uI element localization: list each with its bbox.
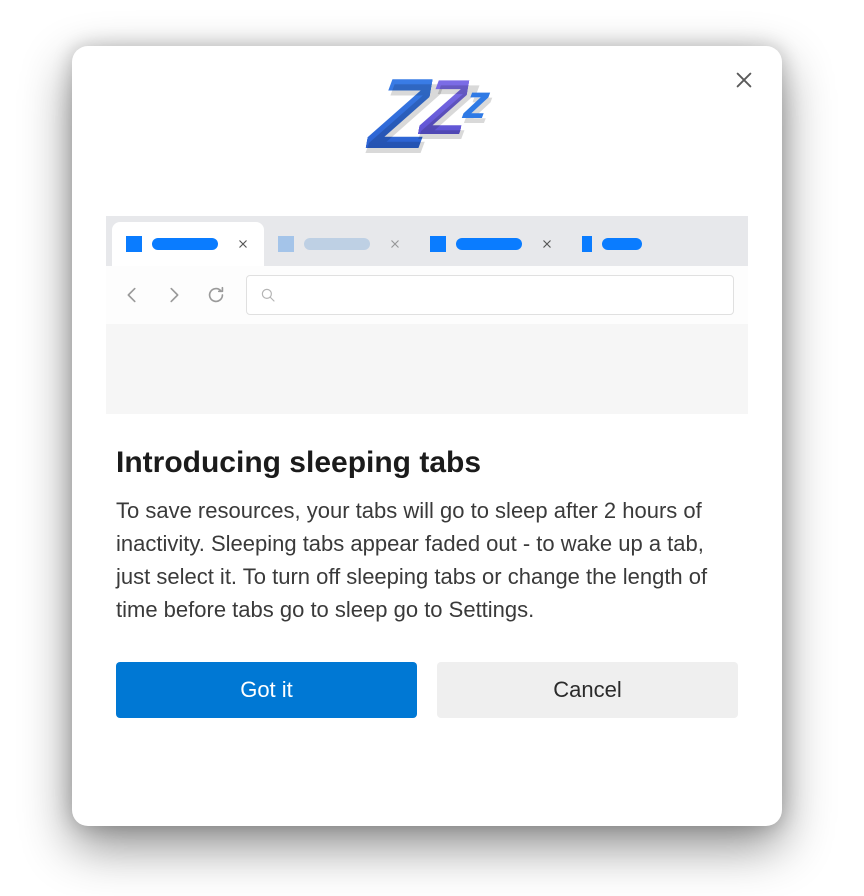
tab-active — [112, 222, 264, 266]
favicon-icon — [126, 236, 142, 252]
refresh-icon — [204, 283, 228, 307]
favicon-icon — [582, 236, 592, 252]
tab-title-placeholder — [304, 238, 370, 250]
cancel-button[interactable]: Cancel — [437, 662, 738, 718]
tab-close-icon — [386, 235, 404, 253]
tab-sleeping — [264, 222, 416, 266]
browser-toolbar — [106, 266, 748, 324]
dialog-description: To save resources, your tabs will go to … — [116, 494, 738, 626]
tab-close-icon — [538, 235, 556, 253]
address-bar — [246, 275, 734, 315]
sleeping-tabs-dialog: Z Z z — [72, 46, 782, 826]
tab-title-placeholder — [456, 238, 522, 250]
tab-title-placeholder — [152, 238, 218, 250]
tab-partial — [568, 222, 642, 266]
tab-close-icon — [234, 235, 252, 253]
got-it-button[interactable]: Got it — [116, 662, 417, 718]
favicon-icon — [430, 236, 446, 252]
back-arrow-icon — [120, 283, 144, 307]
browser-mockup — [106, 216, 748, 414]
zzz-illustration: Z Z z — [72, 46, 782, 216]
search-icon — [259, 286, 277, 304]
forward-arrow-icon — [162, 283, 186, 307]
tab-awake — [416, 222, 568, 266]
browser-content-area — [106, 324, 748, 414]
tab-title-placeholder — [602, 238, 642, 250]
tab-strip — [106, 216, 748, 266]
favicon-icon — [278, 236, 294, 252]
dialog-title: Introducing sleeping tabs — [116, 446, 738, 480]
